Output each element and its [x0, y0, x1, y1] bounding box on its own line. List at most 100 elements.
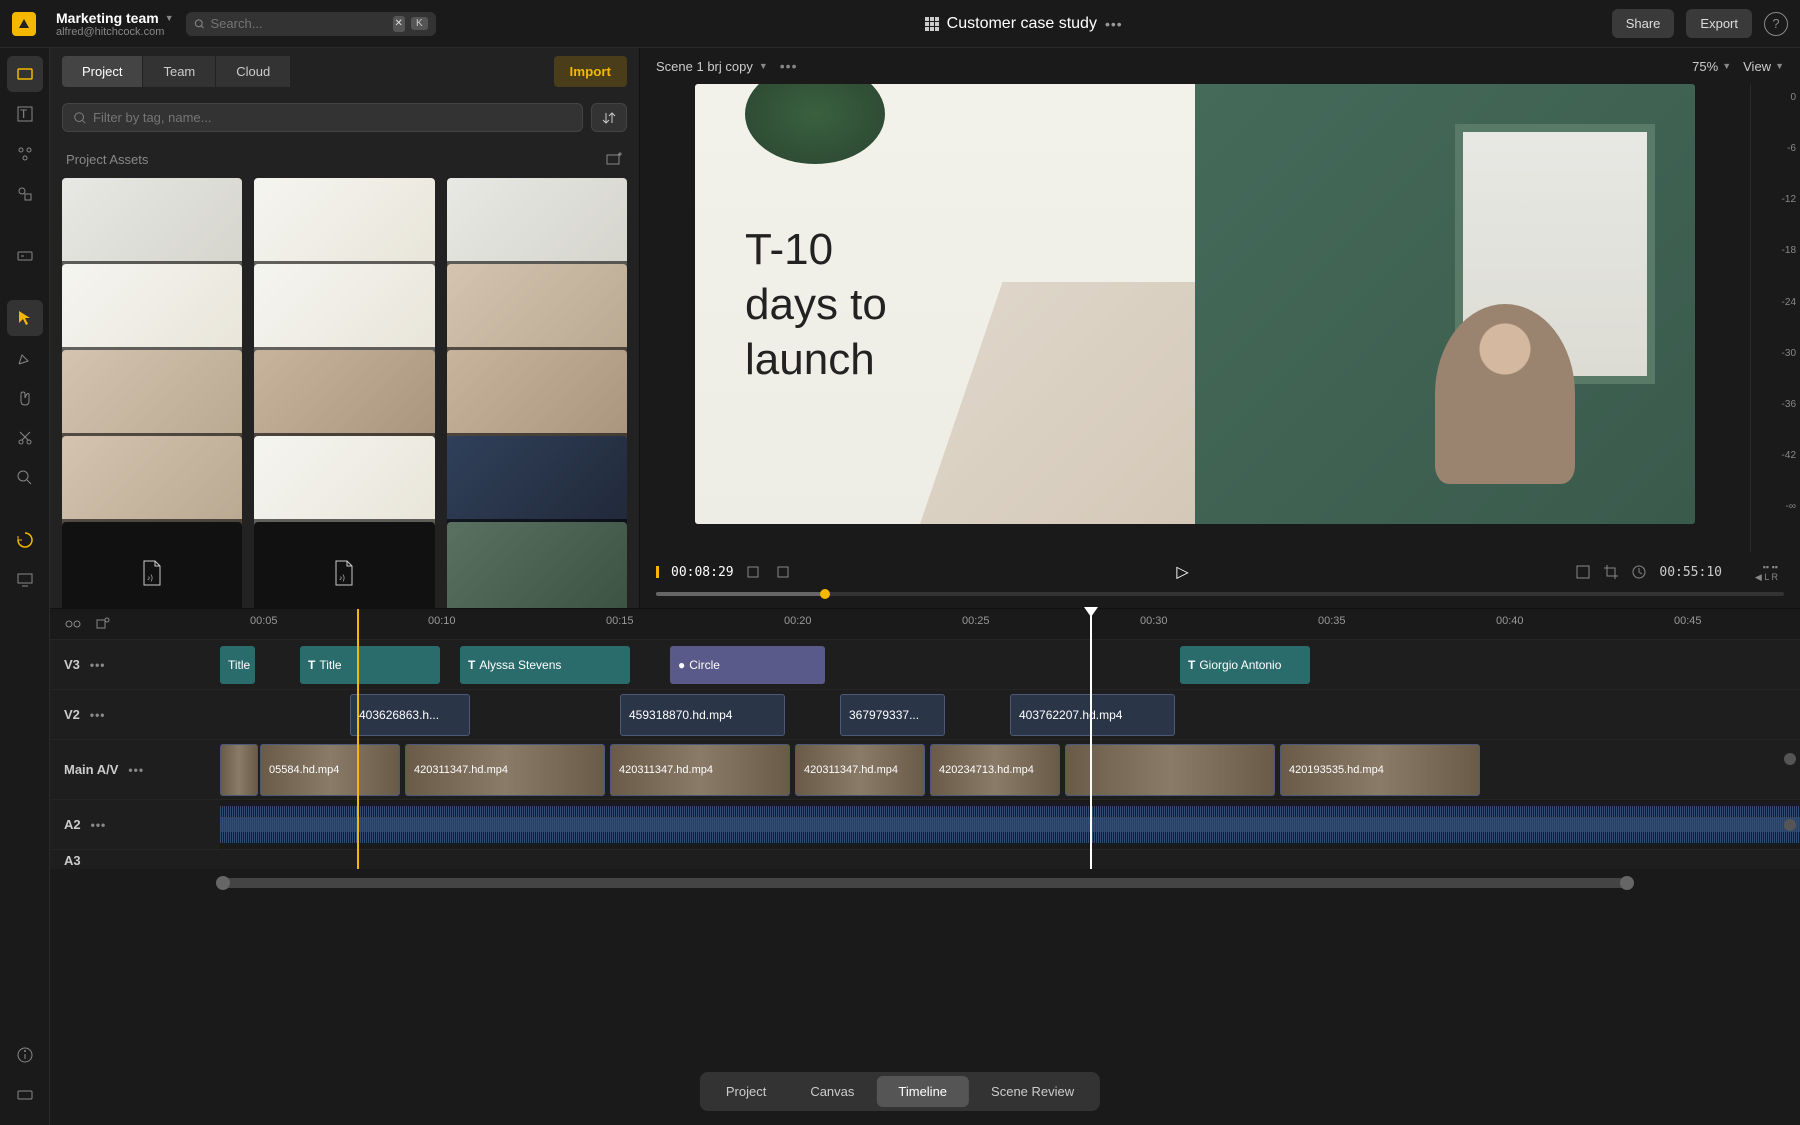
timeline-clip[interactable]	[1065, 744, 1275, 796]
track-more-icon[interactable]: •••	[91, 818, 107, 832]
rail-present-icon[interactable]	[7, 562, 43, 598]
timeline-clip[interactable]: 367979337...	[840, 694, 945, 736]
timeline-clip[interactable]: 403626863.h...	[350, 694, 470, 736]
rail-effects-icon[interactable]	[7, 136, 43, 172]
marker-out-icon[interactable]	[774, 564, 790, 580]
track-a2[interactable]	[220, 800, 1800, 849]
scene-dropdown[interactable]: Scene 1 brj copy▼	[656, 59, 768, 74]
view-dropdown[interactable]: View▼	[1743, 59, 1784, 74]
filter-input[interactable]	[93, 110, 572, 125]
rail-zoom-icon[interactable]	[7, 460, 43, 496]
timeline-clip[interactable]: 420193535.hd.mp4	[1280, 744, 1480, 796]
scrubber[interactable]	[656, 592, 1784, 596]
fit-icon[interactable]	[1575, 564, 1591, 580]
playhead-yellow[interactable]	[357, 609, 359, 869]
timeline-clip[interactable]: Title	[220, 646, 255, 684]
crop-icon[interactable]	[1603, 564, 1619, 580]
btab-canvas[interactable]: Canvas	[788, 1076, 876, 1107]
doc-more-icon[interactable]: •••	[1105, 16, 1123, 32]
import-button[interactable]: Import	[554, 56, 627, 87]
track-main[interactable]: 05584.hd.mp4420311347.hd.mp4420311347.hd…	[220, 740, 1800, 799]
track-more-icon[interactable]: •••	[128, 763, 144, 777]
grid-icon[interactable]	[925, 17, 939, 31]
new-folder-icon[interactable]	[605, 150, 623, 168]
rail-hand-icon[interactable]	[7, 380, 43, 416]
help-icon[interactable]: ?	[1764, 12, 1788, 36]
asset-item-audio[interactable]: ♪)	[62, 522, 242, 608]
filter-input-wrap[interactable]	[62, 103, 583, 132]
track-label: A2	[64, 817, 81, 832]
timeline-clip[interactable]: 403762207.hd.mp4	[1010, 694, 1175, 736]
rail-select-icon[interactable]	[7, 300, 43, 336]
asset-item[interactable]	[447, 522, 627, 608]
team-name: Marketing team	[56, 10, 159, 26]
ruler-tick: 00:25	[962, 615, 990, 627]
ruler-tick: 00:40	[1496, 615, 1524, 627]
scene-more-icon[interactable]: •••	[780, 58, 798, 74]
rail-cut-icon[interactable]	[7, 420, 43, 456]
tl-tool-icon[interactable]	[64, 615, 82, 633]
vscroll-handle[interactable]	[1784, 819, 1796, 831]
share-button[interactable]: Share	[1612, 9, 1675, 38]
track-more-icon[interactable]: •••	[90, 708, 106, 722]
timeline-clip[interactable]: 420234713.hd.mp4	[930, 744, 1060, 796]
timeline-clip[interactable]: TAlyssa Stevens	[460, 646, 630, 684]
timeline-clip[interactable]: 420311347.hd.mp4	[405, 744, 605, 796]
playhead-white[interactable]	[1090, 609, 1092, 869]
rail-info-icon[interactable]	[7, 1037, 43, 1073]
clear-search-icon[interactable]: ✕	[393, 16, 405, 32]
timeline-ruler[interactable]: 00:0500:1000:1500:2000:2500:3000:3500:40…	[220, 609, 1800, 639]
asset-item-audio[interactable]: ♪)	[254, 522, 434, 608]
rail-keyboard-icon[interactable]	[7, 1077, 43, 1113]
tab-team[interactable]: Team	[142, 56, 215, 87]
timeline-clip[interactable]: TGiorgio Antonio	[1180, 646, 1310, 684]
btab-timeline[interactable]: Timeline	[876, 1076, 969, 1107]
timeline-clip[interactable]: 420311347.hd.mp4	[610, 744, 790, 796]
marker-in-icon[interactable]	[746, 564, 762, 580]
timeline-clip[interactable]: ●Circle	[670, 646, 825, 684]
global-search[interactable]: ✕ K	[186, 12, 436, 36]
track-more-icon[interactable]: •••	[90, 658, 106, 672]
scrub-handle[interactable]	[820, 589, 830, 599]
tl-tool2-icon[interactable]	[94, 615, 112, 633]
timeline-clip[interactable]: 05584.hd.mp4	[260, 744, 400, 796]
hscroll-thumb[interactable]	[220, 878, 1630, 888]
preview-canvas[interactable]: T-10days tolaunch	[695, 84, 1695, 524]
tab-cloud[interactable]: Cloud	[215, 56, 290, 87]
clock-icon[interactable]	[1631, 564, 1647, 580]
rail-history-icon[interactable]	[7, 522, 43, 558]
tc-marker-icon	[656, 566, 659, 578]
rail-captions-icon[interactable]	[7, 238, 43, 274]
svg-text:♪): ♪)	[147, 575, 153, 582]
tab-project[interactable]: Project	[62, 56, 142, 87]
zoom-dropdown[interactable]: 75%▼	[1692, 59, 1731, 74]
timeline-clip[interactable]: 420311347.hd.mp4	[795, 744, 925, 796]
timeline-hscroll[interactable]	[220, 878, 1630, 888]
timeline-clip[interactable]: 459318870.hd.mp4	[620, 694, 785, 736]
meter-blocks: ▪▪ ▪▪	[1740, 562, 1778, 572]
btab-scene-review[interactable]: Scene Review	[969, 1076, 1096, 1107]
sort-icon	[601, 110, 617, 126]
timeline-clip[interactable]	[220, 744, 258, 796]
sort-button[interactable]	[591, 103, 627, 132]
track-v2[interactable]: 403626863.h... 459318870.hd.mp4 367979337.…	[220, 690, 1800, 739]
rail-shapes-icon[interactable]	[7, 176, 43, 212]
rail-media-icon[interactable]	[7, 56, 43, 92]
audio-file-icon: ♪)	[333, 560, 355, 586]
track-a3[interactable]	[220, 850, 1800, 869]
document-title[interactable]: Customer case study	[947, 15, 1097, 33]
search-input[interactable]	[211, 16, 387, 31]
hscroll-handle-right[interactable]	[1620, 876, 1634, 890]
rail-pen-icon[interactable]	[7, 340, 43, 376]
team-switcher[interactable]: Marketing team▼ alfred@hitchcock.com	[56, 10, 174, 38]
app-logo[interactable]	[12, 12, 36, 36]
rail-text-icon[interactable]: T	[7, 96, 43, 132]
track-v3[interactable]: Title TTitle TAlyssa Stevens ●Circle TGiorgi…	[220, 640, 1800, 689]
timeline-clip[interactable]: TTitle	[300, 646, 440, 684]
btab-project[interactable]: Project	[704, 1076, 788, 1107]
hscroll-handle-left[interactable]	[216, 876, 230, 890]
db-tick: 0	[1755, 92, 1796, 103]
chevron-down-icon: ▼	[1722, 61, 1731, 71]
play-button[interactable]: ▷	[1176, 562, 1188, 582]
export-button[interactable]: Export	[1686, 9, 1752, 38]
